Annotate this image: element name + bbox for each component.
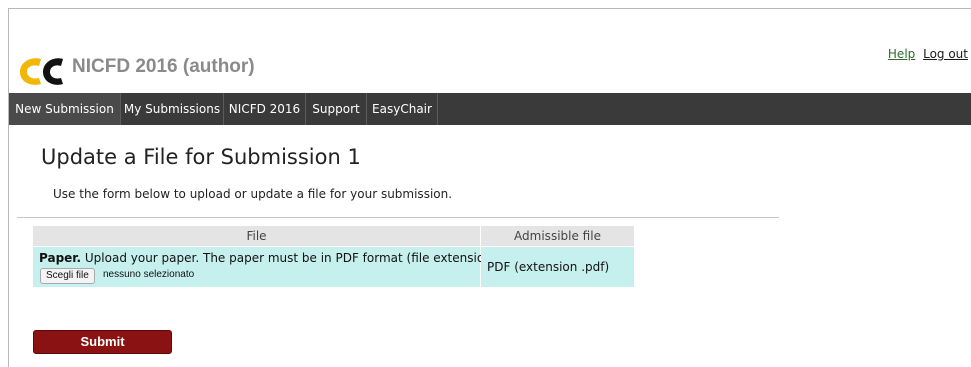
top-links: Help Log out [884, 47, 968, 61]
menu-item-new-submission[interactable]: New Submission [9, 93, 121, 125]
admissible-extensions: PDF (extension .pdf) [487, 260, 610, 274]
paper-file-cell: Paper. Upload your paper. The paper must… [33, 247, 524, 287]
submit-button[interactable]: Submit [33, 330, 172, 354]
menu-item-nicfd-2016[interactable]: NICFD 2016 [224, 93, 306, 125]
page-title: Update a File for Submission 1 [41, 145, 361, 169]
main-menu-bar: New Submission My Submissions NICFD 2016… [9, 93, 971, 125]
logout-link[interactable]: Log out [923, 47, 968, 61]
file-upload-table: File Admissible file extensions Paper. U… [33, 226, 634, 287]
menu-item-easychair[interactable]: EasyChair [367, 93, 438, 125]
divider [17, 217, 779, 218]
menu-item-support[interactable]: Support [306, 93, 367, 125]
file-column-header: File [33, 226, 480, 246]
paper-label: Paper. [39, 251, 82, 265]
frame-left-border [8, 8, 9, 367]
frame-top-border [8, 8, 971, 9]
extensions-cell: PDF (extension .pdf) [481, 247, 634, 287]
extensions-column-header: Admissible file extensions [481, 226, 634, 263]
help-link[interactable]: Help [888, 47, 915, 61]
conference-title: NICFD 2016 (author) [72, 56, 255, 77]
paper-description: Paper. Upload your paper. The paper must… [39, 251, 524, 265]
instructions-text: Use the form below to upload or update a… [53, 187, 453, 201]
paper-instructions: Upload your paper. The paper must be in … [81, 251, 524, 265]
menu-item-my-submissions[interactable]: My Submissions [121, 93, 224, 125]
easychair-logo [20, 58, 63, 85]
file-status-text: nessuno selezionato [103, 269, 195, 280]
choose-file-button[interactable]: Scegli file [40, 268, 95, 284]
